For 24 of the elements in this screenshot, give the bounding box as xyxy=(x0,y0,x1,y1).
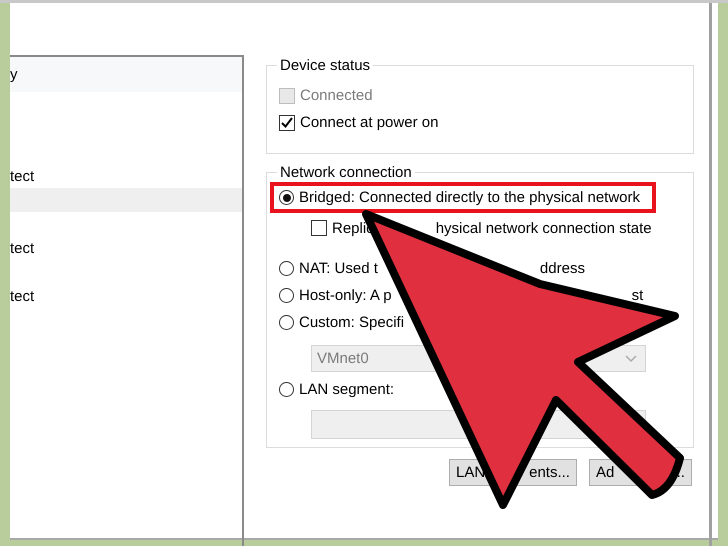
chevron-down-icon xyxy=(625,354,637,362)
group-title: Network connection xyxy=(279,164,413,181)
checkbox[interactable] xyxy=(311,220,327,236)
radio-button[interactable] xyxy=(279,382,294,397)
radio-button[interactable] xyxy=(279,315,294,330)
radio-button[interactable] xyxy=(279,261,294,276)
list-item[interactable]: tect xyxy=(10,284,242,308)
option-label: LAN segment: xyxy=(299,381,394,398)
option-label: Host-only: A p xyxy=(299,287,392,304)
checkbox-label: Connect at power on xyxy=(300,114,438,131)
radio-button[interactable] xyxy=(279,190,294,205)
list-header: y xyxy=(10,66,18,83)
option-label: ddress xyxy=(540,260,585,277)
list-item[interactable]: tect xyxy=(10,164,242,188)
option-label: Custom: Specifi xyxy=(299,314,404,331)
checkbox-label: Connected xyxy=(300,87,373,104)
list-item[interactable]: tect xyxy=(10,236,242,260)
option-label: st xyxy=(632,287,644,304)
checkbox[interactable] xyxy=(279,114,295,130)
option-label: NAT: Used t xyxy=(299,260,378,277)
group-title: Device status xyxy=(279,57,372,74)
radio-button[interactable] xyxy=(279,288,294,303)
option-label: Bridged: Connected directly to the physical network xyxy=(299,189,640,206)
option-label: hysical network connection state xyxy=(436,220,652,236)
